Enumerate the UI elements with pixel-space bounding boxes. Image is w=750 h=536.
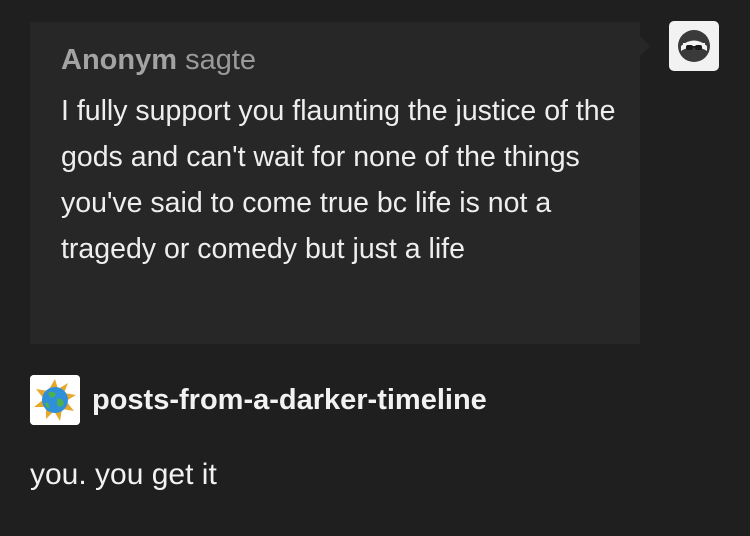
answer-blog-row: posts-from-a-darker-timeline — [30, 375, 487, 425]
blog-name[interactable]: posts-from-a-darker-timeline — [92, 384, 487, 417]
ask-header: Anonym sagte — [61, 42, 610, 78]
answer-text: you. you get it — [30, 458, 217, 491]
earth-globe-icon — [30, 375, 80, 425]
anonymous-avatar[interactable] — [669, 21, 719, 71]
ask-bubble-tail — [640, 36, 650, 56]
sunglasses-ghost-icon — [678, 30, 710, 62]
asker-name[interactable]: Anonym — [61, 44, 177, 76]
asker-verb: sagte — [185, 44, 257, 76]
blog-avatar[interactable] — [30, 375, 80, 425]
ask-question-text: I fully support you flaunting the justic… — [61, 95, 616, 265]
ask-bubble: Anonym sagte I fully support you flaunti… — [30, 22, 640, 344]
